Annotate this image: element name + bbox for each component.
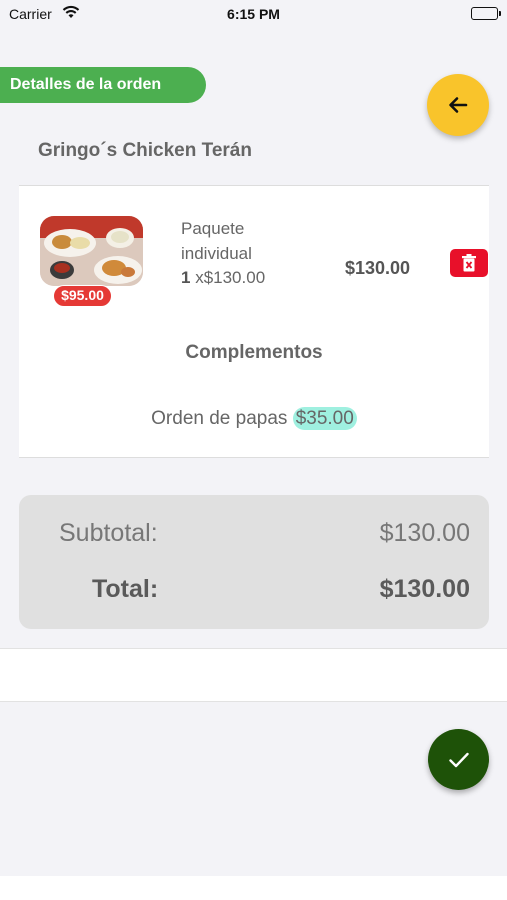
back-button[interactable] [427,74,489,136]
battery-icon [471,7,501,20]
complement-item: Orden de papas $35.00 [19,407,489,430]
item-name: Paquete individual [181,219,252,263]
total-label: Total: [92,575,159,603]
total-row: Total: $130.00 [59,575,470,604]
order-item-card: $95.00 Paquete individual 1 x$130.00 $13… [19,186,489,458]
complement-name: Orden de papas [151,408,288,429]
check-icon [448,752,469,767]
subtotal-label: Subtotal: [59,519,158,547]
subtotal-row: Subtotal: $130.00 [59,519,470,548]
trash-icon [462,254,476,272]
status-bar: Carrier 6:15 PM [0,0,507,30]
complements-title: Complementos [185,342,323,363]
item-thumbnail [40,216,143,286]
item-total: $130.00 [345,258,411,278]
order-summary: Subtotal: $130.00 Total: $130.00 [19,495,489,629]
subtotal-value: $130.00 [379,519,470,547]
arrow-left-icon [449,97,468,113]
delete-item-button[interactable] [450,249,488,277]
empty-band [0,648,507,702]
bottom-bar [0,876,507,900]
clock: 6:15 PM [227,6,280,22]
complement-price: $35.00 [292,407,357,430]
item-quantity-line: 1 x$130.00 [181,268,265,288]
item-price-badge: $95.00 [53,285,112,307]
confirm-order-button[interactable] [428,729,489,790]
item-unit-price: x$130.00 [190,268,266,287]
total-value: $130.00 [379,575,470,603]
store-name: Gringo´s Chicken Terán [38,140,252,161]
order-details-tag: Detalles de la orden [0,67,206,103]
